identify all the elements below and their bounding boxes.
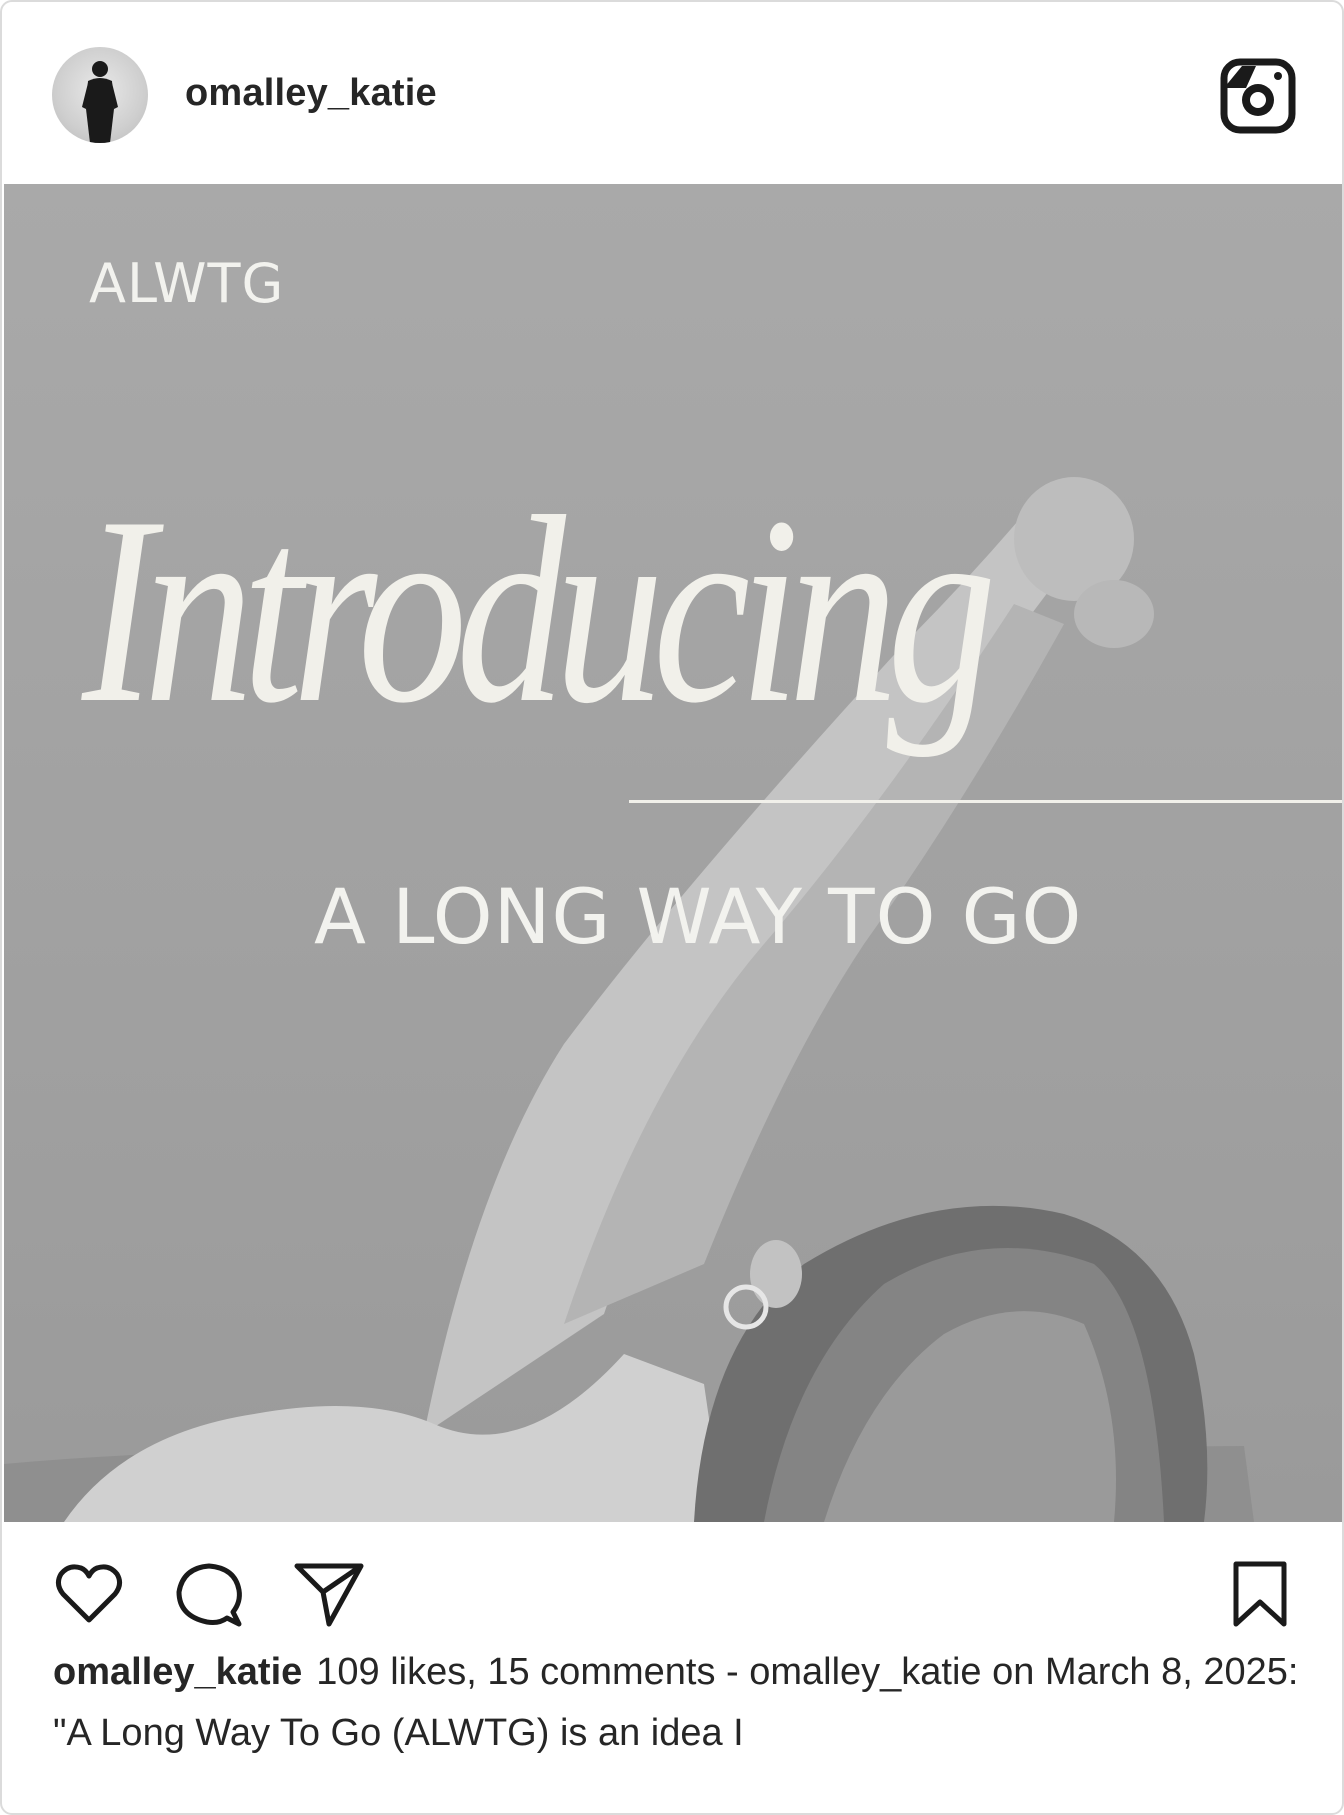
- overlay-small-text: ALWTG: [89, 252, 285, 315]
- woman-stretching-figure: [4, 477, 1254, 1522]
- post-caption: omalley_katie 109 likes, 15 comments - om…: [53, 1642, 1313, 1764]
- post-image[interactable]: ALWTG Introducing A LONG WAY TO GO: [4, 184, 1342, 1522]
- instagram-icon[interactable]: [1220, 58, 1296, 134]
- avatar[interactable]: [52, 47, 148, 143]
- caption-username[interactable]: omalley_katie: [53, 1651, 302, 1693]
- instagram-post-card: omalley_katie ALWTG Introducing A LONG W…: [0, 0, 1344, 1815]
- action-bar: [2, 1522, 1342, 1642]
- overlay-subline: A LONG WAY TO GO: [314, 872, 1083, 961]
- overlay-headline: Introducing: [82, 461, 997, 758]
- avatar-figure: [82, 61, 118, 143]
- send-icon[interactable]: [293, 1558, 365, 1630]
- overlay-divider: [629, 800, 1342, 803]
- post-username[interactable]: omalley_katie: [185, 72, 437, 115]
- comment-icon[interactable]: [173, 1558, 245, 1630]
- post-header: omalley_katie: [2, 2, 1342, 184]
- bookmark-icon[interactable]: [1224, 1558, 1296, 1630]
- heart-icon[interactable]: [53, 1558, 125, 1630]
